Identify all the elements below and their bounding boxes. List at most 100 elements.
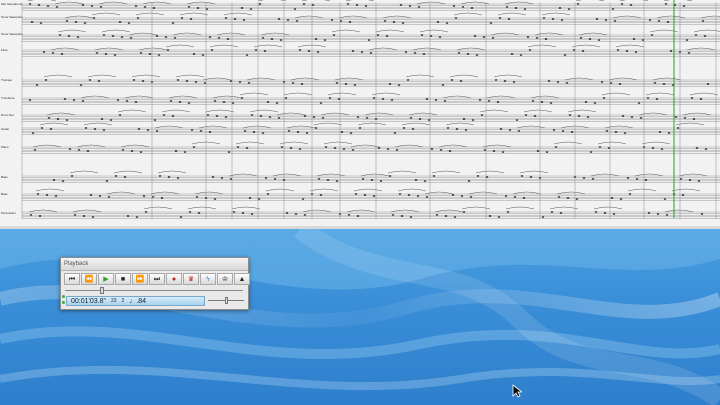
- note: [60, 53, 64, 55]
- note: [109, 119, 113, 121]
- note: [540, 101, 544, 103]
- note: [316, 51, 320, 53]
- note: [408, 5, 412, 7]
- note: [466, 53, 470, 55]
- note: [111, 35, 115, 37]
- metronome-icon[interactable]: ▲: [234, 273, 250, 285]
- note: [295, 20, 299, 22]
- live-tempo-button[interactable]: ♔: [217, 273, 233, 285]
- note: [523, 8, 527, 10]
- note: [460, 195, 464, 197]
- note: [406, 79, 410, 81]
- rewind-button[interactable]: ⏪: [81, 273, 97, 285]
- staff: [22, 122, 720, 135]
- play-button[interactable]: ▶: [98, 273, 114, 285]
- note: [275, 102, 279, 104]
- note: [143, 6, 147, 8]
- note: [333, 147, 337, 149]
- note: [690, 97, 694, 99]
- tempo-slider[interactable]: [208, 297, 244, 304]
- note: [86, 150, 90, 152]
- note: [594, 211, 598, 213]
- stop-button[interactable]: ■: [115, 273, 131, 285]
- note: [697, 180, 701, 182]
- note: [588, 38, 592, 40]
- note: [114, 175, 118, 177]
- position-slider[interactable]: [65, 287, 243, 294]
- note: [83, 22, 87, 24]
- note: [153, 119, 157, 121]
- note: [249, 8, 253, 10]
- score-staves: [0, 0, 720, 229]
- playback-window[interactable]: Playback ⏮ ⏪ ▶ ■ ⏩ ⏭ ● ♛ ϟ ♔ ▲ 00:01'03.…: [60, 257, 250, 310]
- note: [399, 4, 403, 6]
- note: [201, 54, 205, 56]
- note: [660, 148, 664, 150]
- status-led: [62, 301, 65, 304]
- note: [130, 150, 134, 152]
- note: [514, 7, 518, 9]
- note: [242, 19, 246, 21]
- record-button[interactable]: ●: [166, 273, 182, 285]
- note: [560, 19, 564, 21]
- note: [243, 130, 247, 132]
- transport-controls: ⏮ ⏪ ▶ ■ ⏩ ⏭ ● ♛ ϟ ♔ ▲: [64, 273, 250, 285]
- note: [658, 131, 662, 133]
- note: [215, 115, 219, 117]
- note: [584, 101, 588, 103]
- note: [208, 131, 212, 133]
- note: [476, 175, 480, 177]
- playback-title-bar[interactable]: Playback: [61, 258, 248, 271]
- note: [512, 81, 516, 83]
- note: [241, 212, 245, 214]
- note: [211, 176, 215, 178]
- rewind-to-start-button[interactable]: ⏮: [64, 273, 80, 285]
- note: [388, 83, 392, 85]
- note: [190, 129, 194, 131]
- note: [178, 101, 182, 103]
- mixer-button[interactable]: ♛: [183, 273, 199, 285]
- note: [365, 117, 369, 119]
- note: [386, 148, 390, 150]
- note: [287, 130, 291, 132]
- note: [444, 215, 448, 217]
- note: [347, 214, 351, 216]
- note: [97, 80, 101, 82]
- fast-forward-button[interactable]: ⏩: [132, 273, 148, 285]
- note: [370, 179, 374, 181]
- note: [82, 215, 86, 217]
- note: [293, 8, 297, 10]
- note: [233, 18, 237, 20]
- note: [121, 149, 125, 151]
- note: [77, 149, 81, 151]
- staff: [22, 0, 720, 11]
- note: [89, 194, 93, 196]
- score-view[interactable]: Alto Saxophone Tenor Saxophone Tenor Sax…: [0, 0, 720, 229]
- note: [116, 99, 120, 101]
- note: [505, 6, 509, 8]
- note: [226, 38, 230, 40]
- fast-forward-to-end-button[interactable]: ⏭: [149, 273, 165, 285]
- note: [610, 197, 614, 199]
- position-slider-thumb[interactable]: [99, 287, 104, 294]
- note: [688, 179, 692, 181]
- flash-icon[interactable]: ϟ: [200, 273, 216, 285]
- note: [581, 50, 585, 52]
- note: [100, 118, 104, 120]
- tempo-slider-thumb[interactable]: [224, 297, 228, 304]
- note: [704, 148, 708, 150]
- note: [404, 51, 408, 53]
- note: [656, 213, 660, 215]
- note: [614, 131, 618, 133]
- staff: [22, 12, 720, 25]
- note: [141, 80, 145, 82]
- note: [411, 128, 415, 130]
- note: [480, 114, 484, 116]
- note: [266, 101, 270, 103]
- note: [136, 17, 140, 19]
- note: [376, 34, 380, 36]
- note: [167, 176, 171, 178]
- note: [653, 82, 657, 84]
- note: [284, 97, 288, 99]
- note: [664, 3, 668, 5]
